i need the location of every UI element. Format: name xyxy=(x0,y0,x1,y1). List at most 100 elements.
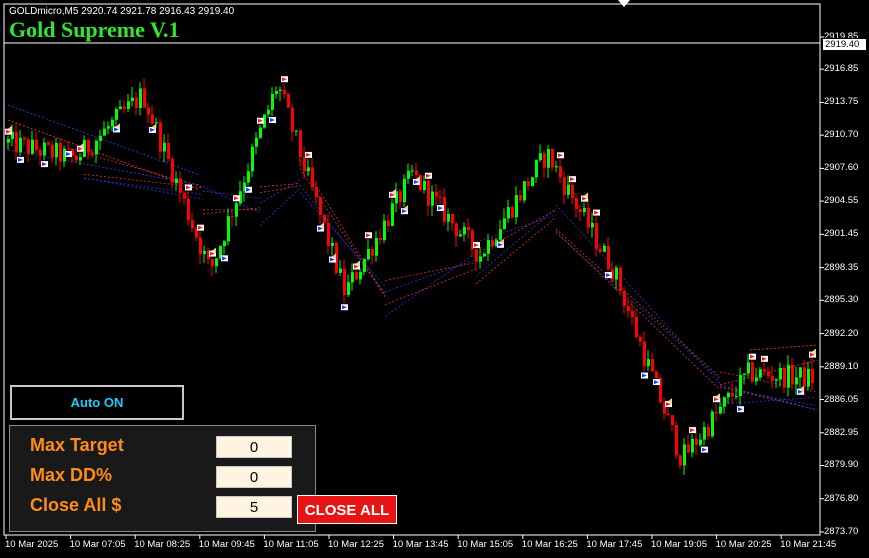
candle-body xyxy=(671,415,674,426)
candle-body xyxy=(483,253,486,257)
candle-body xyxy=(23,137,26,140)
time-axis-label: 10 Mar 21:45 xyxy=(780,539,837,550)
candle-body xyxy=(303,156,306,172)
candle-body xyxy=(491,240,494,247)
candle-body xyxy=(255,137,258,147)
candle-body xyxy=(411,170,414,172)
candle-body xyxy=(431,191,434,206)
candle-body xyxy=(151,114,154,124)
trade-line xyxy=(384,252,477,317)
candle-body xyxy=(775,379,778,381)
symbol-info: GOLDmicro,M5 2920.74 2921.78 2916.43 291… xyxy=(9,6,235,17)
candle-body xyxy=(555,166,558,168)
trade-line xyxy=(384,268,477,306)
candle-body xyxy=(455,223,458,237)
candle-body xyxy=(7,138,10,143)
max-dd-input[interactable]: 0 xyxy=(216,466,292,488)
candle-body xyxy=(399,191,402,203)
candle-body xyxy=(119,106,122,110)
candle-body xyxy=(783,368,786,388)
candle-body xyxy=(807,368,810,387)
candle-body xyxy=(27,139,30,154)
sell-arrow-icon xyxy=(557,152,564,159)
candle-body xyxy=(403,178,406,203)
candle-body xyxy=(67,148,70,150)
candle-body xyxy=(307,167,310,172)
time-axis-label: 10 Mar 20:25 xyxy=(715,539,772,550)
candle-body xyxy=(231,216,234,218)
buy-arrow-icon xyxy=(653,379,660,386)
candle-body xyxy=(607,245,610,270)
auto-toggle-button[interactable]: Auto ON xyxy=(10,385,184,420)
candle-body xyxy=(367,248,370,260)
candle-body xyxy=(55,142,58,158)
candle-body xyxy=(175,178,178,184)
candle-body xyxy=(227,216,230,242)
candle-body xyxy=(279,89,282,92)
candle-body xyxy=(107,126,110,129)
candle-body xyxy=(323,214,326,223)
candle-body xyxy=(687,444,690,453)
candle-body xyxy=(739,374,742,397)
candle-body xyxy=(183,192,186,199)
candle-body xyxy=(171,158,174,184)
candle-body xyxy=(291,107,294,132)
sell-arrow-icon xyxy=(473,242,480,249)
candle-body xyxy=(191,220,194,229)
time-axis-label: 10 Mar 17:45 xyxy=(586,539,643,550)
trade-line xyxy=(259,183,301,188)
time-axis-label: 10 Mar 07:05 xyxy=(69,539,126,550)
price-axis-label: 2895.30 xyxy=(824,294,859,306)
candle-body xyxy=(539,153,542,161)
candle-body xyxy=(451,213,454,224)
chart-shift-marker[interactable] xyxy=(618,0,630,7)
price-axis-label: 2901.45 xyxy=(824,228,859,240)
candle-body xyxy=(95,140,98,155)
candle-body xyxy=(423,180,426,191)
candle-body xyxy=(651,359,654,372)
candle-body xyxy=(479,256,482,262)
candle-body xyxy=(459,234,462,237)
candle-body xyxy=(735,396,738,398)
sell-arrow-icon xyxy=(581,192,588,202)
time-axis-label: 10 Mar 09:45 xyxy=(198,539,255,550)
sell-arrow-icon xyxy=(809,348,816,358)
max-target-input[interactable]: 0 xyxy=(216,436,292,458)
candle-body xyxy=(759,369,762,378)
close-all-button[interactable]: CLOSE ALL xyxy=(297,495,397,524)
trade-line xyxy=(259,188,301,226)
sell-arrow-icon xyxy=(425,172,432,179)
buy-arrow-icon xyxy=(737,406,744,413)
candle-body xyxy=(155,122,158,124)
close-all-amount-input[interactable]: 5 xyxy=(216,496,292,518)
candle-body xyxy=(211,259,214,267)
candle-body xyxy=(679,455,682,466)
candle-body xyxy=(615,267,618,280)
time-axis-label: 10 Mar 13:45 xyxy=(392,539,449,550)
price-axis-label: 2916.85 xyxy=(824,63,859,75)
candle-body xyxy=(535,160,538,178)
candle-body xyxy=(667,413,670,416)
candle-body xyxy=(247,171,250,183)
buy-arrow-icon xyxy=(221,255,228,262)
candle-body xyxy=(727,392,730,398)
close-all-amount-label: Close All $ xyxy=(30,495,122,515)
candle-body xyxy=(503,218,506,230)
price-axis-label: 2904.55 xyxy=(824,195,859,207)
sell-arrow-icon xyxy=(761,355,768,362)
candle-body xyxy=(271,93,274,110)
candle-body xyxy=(359,271,362,280)
candle-body xyxy=(379,237,382,240)
trade-line xyxy=(555,228,721,378)
candle-body xyxy=(731,392,734,397)
candle-body xyxy=(603,245,606,252)
candle-body xyxy=(531,177,534,187)
buy-arrow-icon xyxy=(65,150,72,157)
candle-body xyxy=(407,170,410,179)
candle-body xyxy=(571,184,574,199)
candle-body xyxy=(567,184,570,195)
buy-arrow-icon xyxy=(17,156,24,163)
sell-arrow-icon xyxy=(365,232,372,239)
candle-body xyxy=(43,142,46,156)
candle-body xyxy=(199,237,202,255)
